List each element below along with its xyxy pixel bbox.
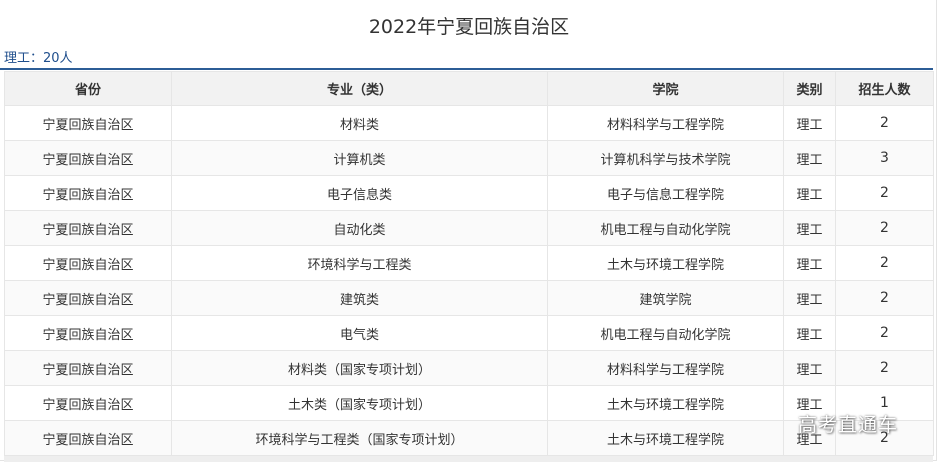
cell-major: 环境科学与工程类（国家专项计划） [171,420,548,456]
cell-major: 土木类（国家专项计划） [171,385,548,421]
cell-major: 电气类 [171,315,548,351]
summary-count: 20人 [43,51,73,66]
cell-college: 机电工程与自动化学院 [547,210,784,246]
column-header-province: 省份 [4,71,172,106]
cell-enrollment: 2 [835,210,934,246]
cell-province: 宁夏回族自治区 [4,420,172,456]
table-bottom-strip [4,456,933,462]
cell-enrollment: 2 [835,315,934,351]
cell-category: 理工 [783,245,836,281]
cell-enrollment: 2 [835,245,934,281]
table-row: 宁夏回族自治区 计算机类 计算机科学与技术学院 理工 3 [4,140,934,176]
cell-college: 机电工程与自动化学院 [547,315,784,351]
cell-province: 宁夏回族自治区 [4,315,172,351]
cell-major: 自动化类 [171,210,548,246]
table-row: 宁夏回族自治区 环境科学与工程类 土木与环境工程学院 理工 2 [4,245,934,281]
cell-category: 理工 [783,280,836,316]
cell-college: 土木与环境工程学院 [547,420,784,456]
cell-major: 建筑类 [171,280,548,316]
cell-category: 理工 [783,350,836,386]
column-header-college: 学院 [547,71,784,106]
cell-province: 宁夏回族自治区 [4,385,172,421]
cell-enrollment: 2 [835,280,934,316]
summary-label: 理工： [4,51,44,66]
table-row: 宁夏回族自治区 自动化类 机电工程与自动化学院 理工 2 [4,210,934,246]
column-header-enrollment: 招生人数 [835,71,934,106]
cell-college: 材料科学与工程学院 [547,105,784,141]
column-header-major: 专业（类） [171,71,548,106]
cell-major: 材料类 [171,105,548,141]
cell-major: 环境科学与工程类 [171,245,548,281]
cell-enrollment: 2 [835,350,934,386]
table-row: 宁夏回族自治区 材料类 材料科学与工程学院 理工 2 [4,105,934,141]
category-summary: 理工：20人 [4,50,73,68]
cell-enrollment: 2 [835,105,934,141]
cell-province: 宁夏回族自治区 [4,175,172,211]
table-row: 宁夏回族自治区 土木类（国家专项计划） 土木与环境工程学院 理工 1 [4,385,934,421]
cell-major: 材料类（国家专项计划） [171,350,548,386]
cell-category: 理工 [783,140,836,176]
table-header-row: 省份 专业（类） 学院 类别 招生人数 [4,71,934,106]
cell-major: 计算机类 [171,140,548,176]
cell-enrollment: 2 [835,175,934,211]
cell-province: 宁夏回族自治区 [4,350,172,386]
cell-major: 电子信息类 [171,175,548,211]
cell-province: 宁夏回族自治区 [4,210,172,246]
cell-college: 建筑学院 [547,280,784,316]
table-row: 宁夏回族自治区 电子信息类 电子与信息工程学院 理工 2 [4,175,934,211]
cell-province: 宁夏回族自治区 [4,280,172,316]
cell-province: 宁夏回族自治区 [4,245,172,281]
cell-college: 电子与信息工程学院 [547,175,784,211]
cell-category: 理工 [783,210,836,246]
table-row: 宁夏回族自治区 材料类（国家专项计划） 材料科学与工程学院 理工 2 [4,350,934,386]
cell-province: 宁夏回族自治区 [4,105,172,141]
header-divider [0,68,933,70]
cell-category: 理工 [783,175,836,211]
cell-province: 宁夏回族自治区 [4,140,172,176]
cell-college: 土木与环境工程学院 [547,385,784,421]
table-row: 宁夏回族自治区 建筑类 建筑学院 理工 2 [4,280,934,316]
table-row: 宁夏回族自治区 电气类 机电工程与自动化学院 理工 2 [4,315,934,351]
watermark: 高考直通车 [798,414,899,436]
cell-category: 理工 [783,105,836,141]
cell-enrollment: 3 [835,140,934,176]
cell-college: 土木与环境工程学院 [547,245,784,281]
column-header-category: 类别 [783,71,836,106]
cell-college: 计算机科学与技术学院 [547,140,784,176]
admissions-table: 省份 专业（类） 学院 类别 招生人数 宁夏回族自治区 材料类 材料科学与工程学… [4,71,934,456]
cell-category: 理工 [783,315,836,351]
page-title: 2022年宁夏回族自治区 [368,16,570,38]
cell-college: 材料科学与工程学院 [547,350,784,386]
table-row: 宁夏回族自治区 环境科学与工程类（国家专项计划） 土木与环境工程学院 理工 2 [4,420,934,456]
